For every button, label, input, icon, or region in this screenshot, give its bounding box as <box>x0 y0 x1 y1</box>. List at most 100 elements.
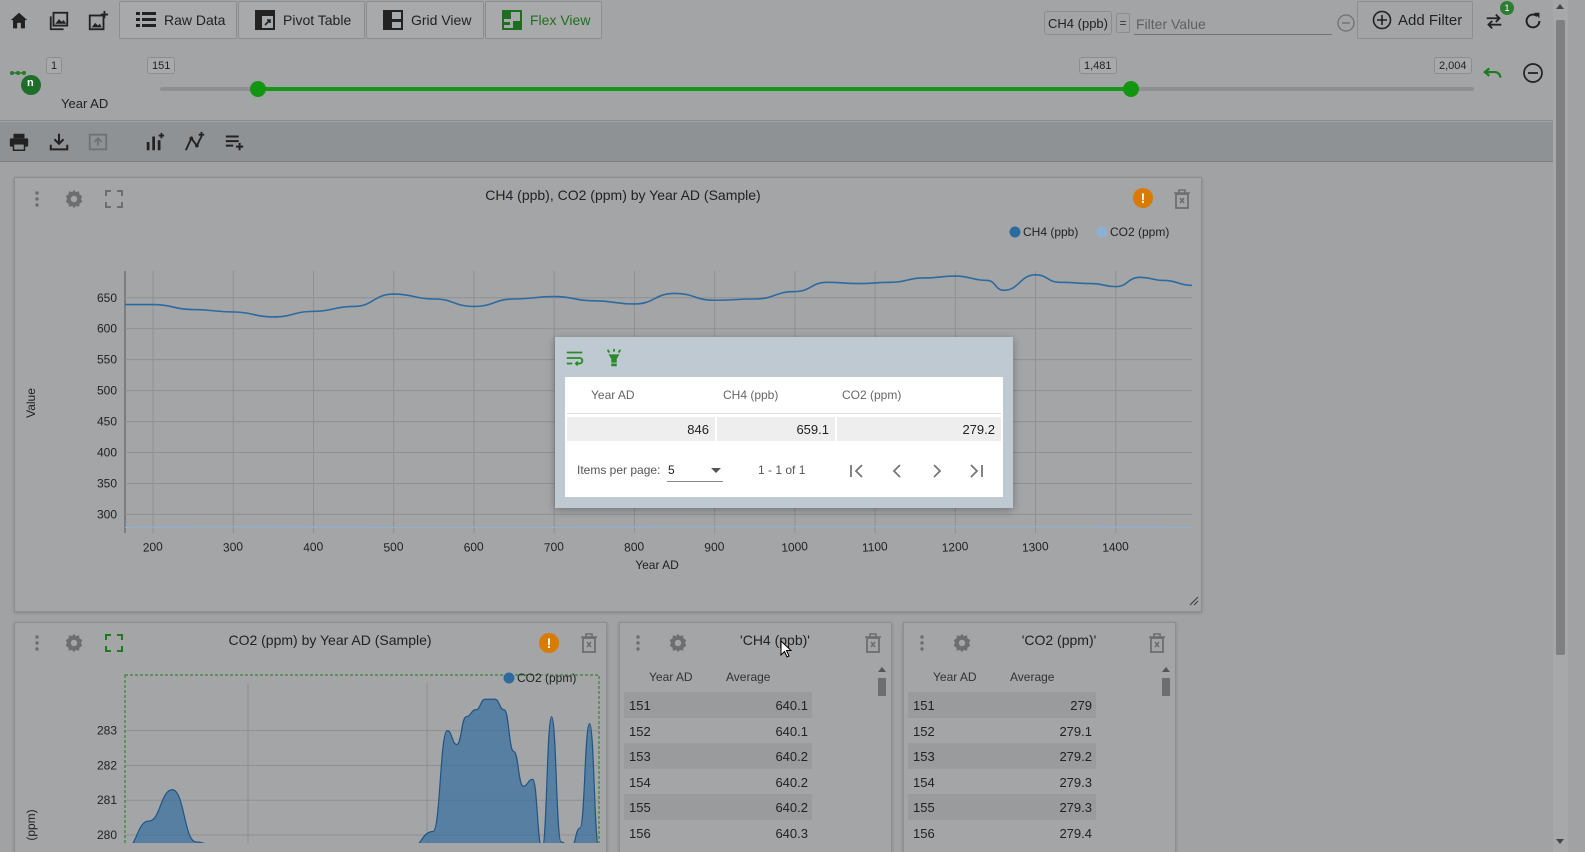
page-scroll-thumb[interactable] <box>1556 20 1565 655</box>
row-average-cell: 640.2 <box>775 749 808 765</box>
y-tick-label: 550 <box>97 353 117 367</box>
ch4-table-row[interactable]: 156 640.3 <box>624 820 812 846</box>
co2-scroll-thumb[interactable] <box>1162 678 1170 696</box>
row-average-cell: 640.3 <box>775 826 808 841</box>
slider-high-handle[interactable] <box>1122 81 1139 97</box>
notification-badge: 1 <box>1500 1 1514 15</box>
grid-view-label: Grid View <box>411 12 472 28</box>
filter-field-select[interactable]: CH4 (ppb) <box>1044 11 1112 35</box>
refresh-icon[interactable] <box>1521 9 1545 33</box>
ch4-table-row[interactable]: 151 640.1 <box>624 692 812 718</box>
scroll-up-icon[interactable] <box>878 667 886 672</box>
row-average-cell: 279.3 <box>1059 774 1092 790</box>
ch4-table-row[interactable]: 154 640.2 <box>624 768 812 795</box>
co2-table-row[interactable]: 152 279.1 <box>908 717 1096 744</box>
x-tick-label: 900 <box>704 539 725 554</box>
items-per-page-select[interactable]: 5 <box>667 458 723 482</box>
last-page-icon[interactable] <box>964 459 988 483</box>
co2-table-row[interactable]: 156 279.4 <box>908 820 1096 846</box>
co2-series-line[interactable] <box>124 526 1193 529</box>
slider-low-handle[interactable] <box>250 81 267 97</box>
ch4-table-row[interactable]: 152 640.1 <box>624 717 812 744</box>
add-line-chart-icon[interactable] <box>183 130 207 154</box>
print-icon[interactable] <box>7 130 31 154</box>
co2-area-chart[interactable]: 280 281 282 283 CO2 (ppm) (ppm) <box>15 623 606 843</box>
undo-icon[interactable] <box>1481 61 1505 85</box>
wrap-text-icon[interactable] <box>563 346 587 370</box>
popup-table: Year AD CH4 (ppb) CO2 (ppm) 846 659.1 27… <box>565 377 1003 497</box>
add-filter-button[interactable]: Add Filter <box>1357 1 1473 39</box>
co2-table-row[interactable]: 155 279.3 <box>908 794 1096 821</box>
grid-view-button[interactable]: Grid View <box>366 1 484 39</box>
upload-disabled-icon <box>86 130 110 154</box>
x-tick-label: 700 <box>543 539 564 554</box>
co2-table-panel: 'CO2 (ppm)' Year AD Average 151 279 152 279… <box>903 622 1176 852</box>
prev-page-icon[interactable] <box>885 459 909 483</box>
ch4-table-row[interactable]: 153 640.2 <box>624 743 812 770</box>
scroll-up-icon[interactable] <box>1162 667 1170 672</box>
co2-table-row[interactable]: 151 279 <box>908 692 1096 718</box>
top-toolbar: Raw Data Pivot Table Grid View Flex View… <box>0 0 1553 42</box>
ch4-scroll-thumb[interactable] <box>878 678 886 696</box>
raw-data-button[interactable]: Raw Data <box>119 1 237 39</box>
row-average-cell: 279.1 <box>1059 723 1092 739</box>
settings-gear-icon[interactable] <box>666 631 690 655</box>
ch4-scrollbar[interactable] <box>875 665 889 852</box>
co2-scrollbar[interactable] <box>1159 665 1173 852</box>
co2-table-row[interactable]: 153 279.2 <box>908 743 1096 770</box>
ch4-header-average[interactable]: Average <box>726 670 770 684</box>
page-scroll-up-icon[interactable] <box>1556 4 1564 9</box>
filter-value-input[interactable] <box>1134 13 1332 35</box>
highlight-icon[interactable] <box>602 346 626 370</box>
row-year-cell: 156 <box>629 826 651 841</box>
y-tick-label: 281 <box>97 793 117 807</box>
x-tick-label: 1300 <box>1021 539 1049 555</box>
dropdown-caret-icon <box>711 468 721 473</box>
row-average-cell: 279.4 <box>1059 826 1092 841</box>
y-tick-label: 600 <box>97 322 117 336</box>
pivot-table-button[interactable]: Pivot Table <box>238 1 365 39</box>
slider-track[interactable] <box>160 81 1474 97</box>
ch4-series-line[interactable] <box>124 274 1193 318</box>
data-point-popup: Year AD CH4 (ppb) CO2 (ppm) 846 659.1 27… <box>555 337 1013 508</box>
filter-operator[interactable]: = <box>1116 13 1130 33</box>
next-page-icon[interactable] <box>925 459 949 483</box>
popup-header-co2: CO2 (ppm) <box>842 388 902 402</box>
delete-panel-icon[interactable] <box>861 631 885 655</box>
remove-filter-icon[interactable] <box>1334 11 1358 35</box>
pivot-table-label: Pivot Table <box>283 12 352 28</box>
remove-slider-icon[interactable] <box>1521 61 1545 85</box>
x-tick-label: 300 <box>223 539 244 554</box>
legend-co2-marker <box>1096 226 1108 238</box>
table-list-icon <box>136 12 156 27</box>
x-tick-label: 1100 <box>861 539 888 555</box>
drag-handle-icon[interactable] <box>910 631 934 655</box>
download-icon[interactable] <box>47 130 71 154</box>
first-page-icon[interactable] <box>845 459 869 483</box>
chart-legend[interactable]: CH4 (ppb) CO2 (ppm) <box>1009 225 1170 239</box>
settings-gear-icon[interactable] <box>950 631 974 655</box>
x-tick-label: 1200 <box>941 539 969 555</box>
add-bar-chart-icon[interactable] <box>143 130 167 154</box>
flex-view-button[interactable]: Flex View <box>485 1 602 39</box>
slider-max-label: 2,004 <box>1434 57 1472 74</box>
y-tick-label: 500 <box>97 384 117 398</box>
gallery-icon[interactable] <box>47 9 71 33</box>
page-scrollbar[interactable] <box>1553 0 1568 852</box>
add-list-icon[interactable] <box>223 130 247 154</box>
co2-header-average[interactable]: Average <box>1010 670 1054 684</box>
add-circle-icon <box>1372 10 1392 30</box>
ch4-header-year[interactable]: Year AD <box>649 670 693 684</box>
co2-header-year[interactable]: Year AD <box>933 670 977 684</box>
add-image-icon[interactable] <box>86 9 110 33</box>
resize-handle-icon[interactable] <box>1187 594 1199 609</box>
home-icon[interactable] <box>7 9 31 33</box>
field-type-badge: n <box>27 77 34 89</box>
co2-table-row[interactable]: 154 279.3 <box>908 768 1096 795</box>
delete-panel-icon[interactable] <box>1145 631 1169 655</box>
items-per-page-value: 5 <box>668 463 675 477</box>
page-scroll-down-icon[interactable] <box>1556 839 1564 844</box>
drag-handle-icon[interactable] <box>626 631 650 655</box>
ch4-table-row[interactable]: 155 640.2 <box>624 794 812 821</box>
legend-co2-marker <box>503 672 515 684</box>
